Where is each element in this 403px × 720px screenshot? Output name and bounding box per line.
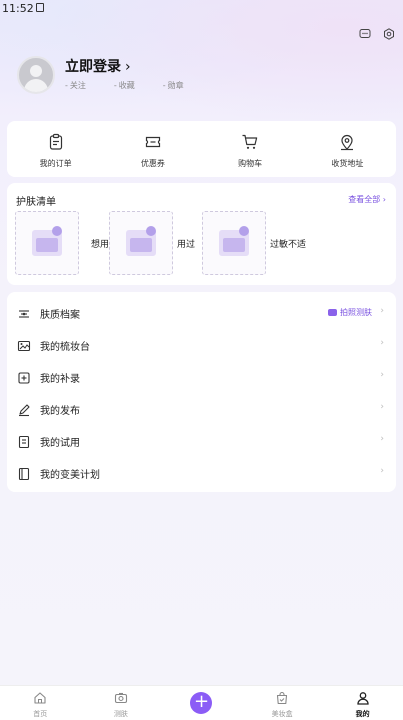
nav-label: 美妆盒 [271,710,293,718]
chevron-right-icon: › [380,434,384,444]
cart-icon [241,133,259,151]
stat-medals[interactable]: - 勋章 [163,80,184,91]
status-bar: 11:52 [0,0,403,18]
nav-label: 首页 [33,710,48,718]
menu-item-dresser[interactable]: 我的梳妆台 › [7,329,396,361]
plan-icon [17,466,31,481]
section-title: 护肤清单 [16,197,56,208]
profile-icon [356,690,370,705]
profile-stats: - 关注 - 收藏 - 勋章 [65,80,184,91]
stat-follow[interactable]: - 关注 [65,80,86,91]
product-placeholder-image [15,211,79,275]
settings-icon[interactable] [383,25,395,40]
nav-mine[interactable]: 我的 [322,686,403,720]
bag-icon [275,690,289,705]
menu-item-label: 我的补录 [40,374,80,385]
dresser-icon [17,338,31,352]
chevron-right-icon: › [380,466,384,476]
menu-item-skin-profile[interactable]: 肤质档案 拍照测肤 › [7,297,396,329]
quick-item-coupons[interactable]: 优惠券 [104,121,201,177]
quick-item-label: 我的订单 [39,159,72,168]
menu-item-label: 我的发布 [40,406,80,417]
chevron-right-icon: › [380,338,384,348]
menu-item-trials[interactable]: 我的试用 › [7,425,396,457]
menu-card: 肤质档案 拍照测肤 › 我的梳妆台 › 我的补录 › 我的发布 › 我的试用 ›… [7,292,396,492]
quick-actions-card: 我的订单 优惠券 购物车 收货地址 [7,121,396,177]
stat-label: 勋章 [167,81,184,90]
trial-icon [17,434,31,449]
edit-icon [17,402,31,417]
skincare-allergy[interactable]: 过敏不适 [202,211,332,277]
nav-label: 测肤 [113,710,128,718]
chevron-right-icon: › [125,59,131,75]
skincare-label: 想用 [91,240,110,250]
photo-skin-test-label: 拍照测肤 [340,308,372,317]
login-label: 立即登录 [65,59,121,75]
menu-item-label: 我的梳妆台 [40,342,90,353]
skincare-label: 用过 [177,240,196,250]
avatar[interactable] [17,56,55,94]
top-icons [359,25,395,40]
chevron-right-icon: › [380,402,384,412]
status-time: 11:52 [2,2,34,15]
quick-item-label: 优惠券 [140,159,165,168]
quick-item-cart[interactable]: 购物车 [202,121,299,177]
message-icon[interactable] [359,25,371,38]
home-icon [33,690,47,704]
quick-item-address[interactable]: 收货地址 [299,121,396,177]
skincare-label: 过敏不适 [270,240,307,250]
stat-label: 收藏 [118,81,135,90]
menu-item-beauty-plan[interactable]: 我的变美计划 › [7,457,396,489]
menu-item-label: 我的试用 [40,438,80,449]
nav-beauty-box[interactable]: 美妆盒 [242,686,323,720]
add-record-icon [17,370,31,384]
nav-skin-test[interactable]: 测肤 [81,686,162,720]
quick-item-orders[interactable]: 我的订单 [7,121,104,177]
stat-favorites[interactable]: - 收藏 [114,80,135,91]
skincare-want[interactable]: 想用 [15,211,115,277]
chevron-right-icon: › [380,306,384,316]
nav-add[interactable]: + [161,686,242,720]
skin-profile-icon [17,306,31,320]
order-icon [47,133,65,151]
view-all-link[interactable]: 查看全部 › [348,194,386,205]
photo-skin-test-button[interactable]: 拍照测肤 [328,307,372,318]
skincare-used[interactable]: 用过 [109,211,209,277]
menu-item-label: 肤质档案 [40,310,80,321]
menu-item-posts[interactable]: 我的发布 › [7,393,396,425]
bottom-nav: 首页 测肤 + 美妆盒 我的 [0,685,403,720]
nav-home[interactable]: 首页 [0,686,81,720]
location-icon [338,133,356,151]
menu-item-label: 我的变美计划 [40,470,100,481]
nav-label: 我的 [355,710,370,718]
notification-icon [36,3,44,12]
skincare-list-card: 护肤清单 查看全部 › 想用 用过 过敏不适 [7,183,396,285]
login-link[interactable]: 立即登录 › [65,56,131,76]
camera-icon [114,690,128,704]
stat-label: 关注 [69,81,86,90]
menu-item-add-record[interactable]: 我的补录 › [7,361,396,393]
product-placeholder-image [202,211,266,275]
plus-icon[interactable]: + [190,692,213,714]
profile-header: 立即登录 › - 关注 - 收藏 - 勋章 [17,56,317,96]
quick-item-label: 购物车 [238,159,263,168]
coupon-icon [144,133,162,151]
product-placeholder-image [109,211,173,275]
chevron-right-icon: › [380,370,384,380]
camera-icon [328,309,337,316]
quick-item-label: 收货地址 [331,159,364,168]
